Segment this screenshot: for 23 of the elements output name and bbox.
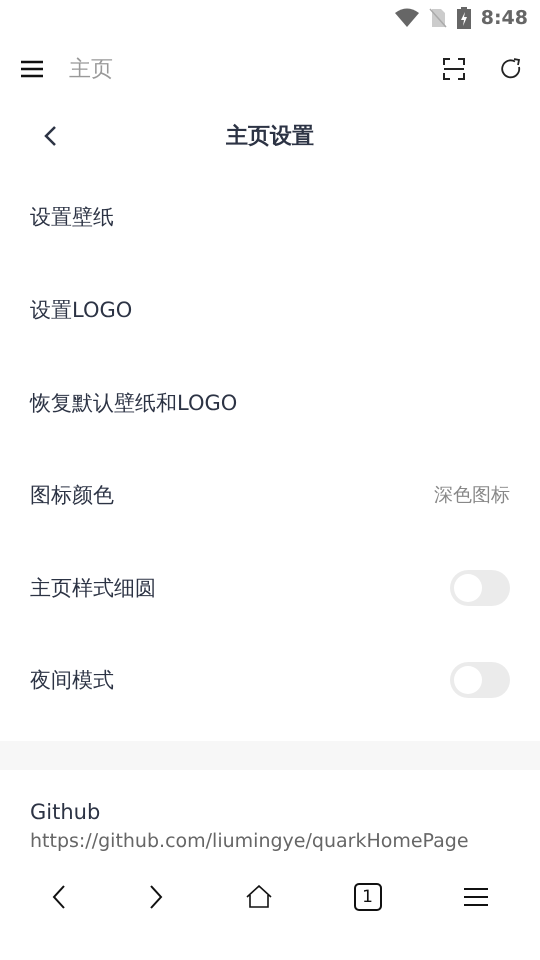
back-icon[interactable] [43, 125, 57, 148]
settings-item[interactable]: 主页样式细圆 [0, 541, 540, 634]
tabs-button[interactable]: 1 [354, 883, 382, 912]
scan-icon[interactable] [443, 58, 465, 80]
menu-icon[interactable] [463, 887, 490, 908]
forward-icon[interactable] [148, 884, 164, 910]
settings-item[interactable]: 夜间模式 [0, 634, 540, 727]
settings-title: 主页设置 [226, 122, 314, 152]
battery-icon [456, 6, 471, 29]
page-title: 主页 [69, 56, 113, 84]
settings-item[interactable]: 图标颜色 深色图标 [0, 448, 540, 542]
settings-item[interactable]: 设置LOGO [0, 264, 540, 356]
refresh-icon[interactable] [500, 58, 522, 80]
back-icon[interactable] [50, 884, 67, 910]
status-time: 8:48 [480, 6, 528, 29]
settings-item[interactable]: 恢复默认壁纸和LOGO [0, 356, 540, 449]
github-title: Github [30, 800, 102, 824]
menu-icon[interactable] [20, 58, 44, 79]
wifi-icon [394, 8, 419, 28]
settings-item[interactable]: 设置壁纸 [0, 171, 540, 264]
no-sim-icon [428, 8, 447, 28]
github-link[interactable]: https://github.com/liumingye/quarkHomePage [30, 830, 510, 852]
home-icon[interactable] [246, 885, 272, 910]
